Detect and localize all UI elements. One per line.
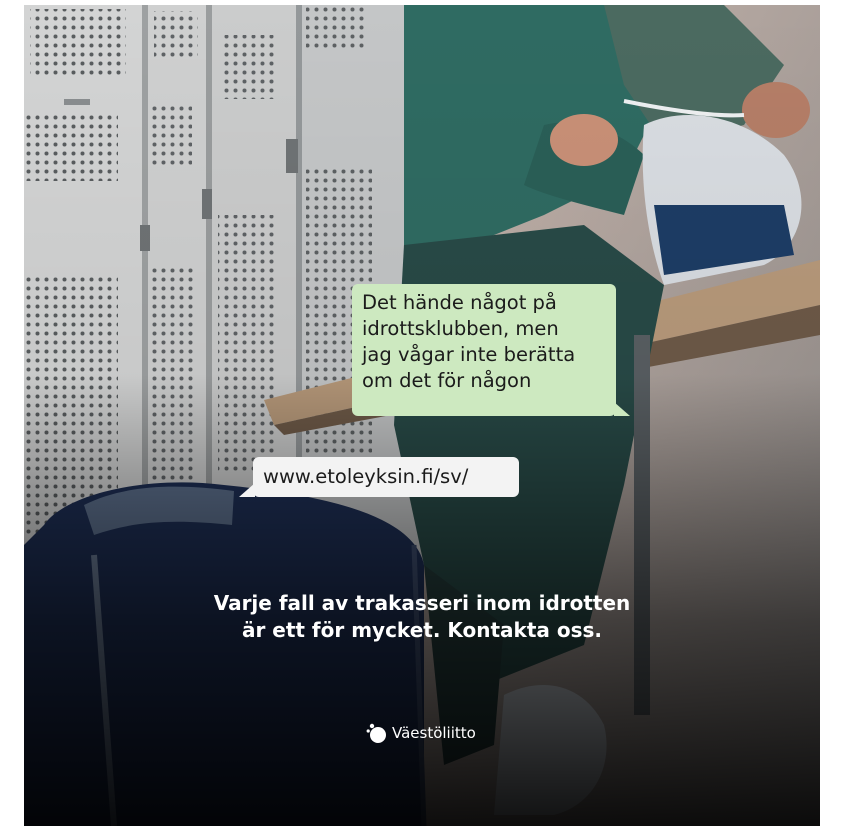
bubble-tail <box>239 483 255 497</box>
poster-photo: Det hände något på idrottsklubben, men j… <box>24 5 820 826</box>
bubble-tail <box>614 402 630 416</box>
headline-line: Varje fall av trakasseri inom idrotten <box>213 591 631 615</box>
url-bubble[interactable]: www.etoleyksin.fi/sv/ <box>239 457 519 497</box>
headline: Varje fall av trakasseri inom idrotten ä… <box>24 590 820 644</box>
chat-message-line: om det för någon <box>362 369 532 392</box>
chat-message-bubble: Det hände något på idrottsklubben, men j… <box>352 284 630 416</box>
chat-message-line: idrottsklubben, men <box>362 317 559 340</box>
brand-logo: Väestöliitto <box>366 721 476 745</box>
brand-name: Väestöliitto <box>392 724 476 742</box>
headline-line: är ett för mycket. Kontakta oss. <box>241 618 603 642</box>
chat-message-line: jag vågar inte berätta <box>362 343 576 366</box>
logo-circles-icon <box>366 723 386 743</box>
website-link[interactable]: www.etoleyksin.fi/sv/ <box>263 465 468 488</box>
chat-message-line: Det hände något på <box>362 291 557 314</box>
